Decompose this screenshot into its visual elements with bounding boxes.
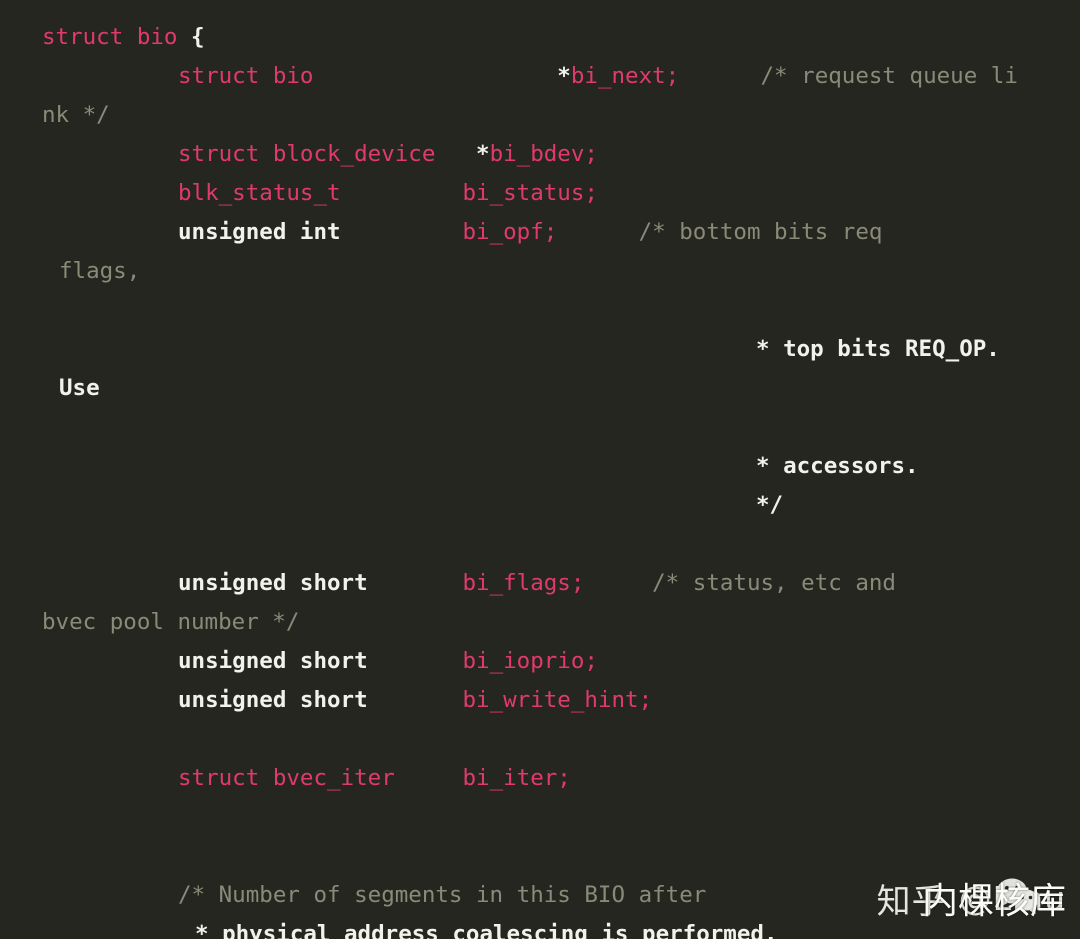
code-token-contin: * physical address coalescing is perform… [195,921,778,939]
code-line: * top bits REQ_OP. [0,330,1080,369]
code-token-plain: * [313,63,571,89]
code-line: struct block_device *bi_bdev; [0,135,1080,174]
code-line: struct bio { [0,18,1080,57]
code-token-plain: unsigned int [178,219,341,245]
code-token-contin: * accessors. [756,453,919,479]
code-screenshot: struct bio {struct bio *bi_next; /* requ… [0,0,1080,939]
code-line: unsigned short bi_ioprio; [0,642,1080,681]
code-token-field: bi_bdev; [489,141,598,167]
code-token-type: blk_status_t [178,180,341,206]
code-token-comment: /* bottom bits req [638,219,883,245]
code-token-type: struct bvec_iter [178,765,395,791]
code-line: bvec pool number */ [0,603,1080,642]
code-token-field: bi_ioprio; [462,648,598,674]
code-token-type: struct bio [178,63,314,89]
code-line: nk */ [0,96,1080,135]
code-line: /* Number of segments in this BIO after [0,876,1080,915]
code-line: * physical address coalescing is perform… [0,915,1080,939]
code-line: struct bvec_iter bi_iter; [0,759,1080,798]
code-token-comment: flags, [59,258,141,284]
code-token-type: struct block_device [178,141,436,167]
code-token-type: struct bio [42,24,192,50]
code-line: unsigned int bi_opf; /* bottom bits req [0,213,1080,252]
code-token-field: bi_flags; [462,570,585,596]
code-line: Use [0,369,1080,408]
code-line: flags, [0,252,1080,291]
code-token-contin: Use [59,375,100,401]
code-line: unsigned short bi_flags; /* status, etc … [0,564,1080,603]
code-token-plain: * [435,141,490,167]
code-token-field: bi_write_hint; [462,687,653,713]
code-block: struct bio {struct bio *bi_next; /* requ… [0,0,1080,939]
code-token-field: bi_iter; [462,765,571,791]
code-token-punct: { [191,24,205,50]
code-line: blk_status_t bi_status; [0,174,1080,213]
code-token-plain: unsigned short [178,687,368,713]
code-token-comment: /* request queue li [760,63,1018,89]
code-line: */ [0,486,1080,525]
code-line: * accessors. [0,447,1080,486]
code-token-contin: */ [756,492,784,518]
code-token-field: bi_next; [570,63,680,89]
code-line: unsigned short bi_write_hint; [0,681,1080,720]
code-token-field: bi_opf; [462,219,558,245]
code-token-plain: unsigned short [178,570,368,596]
code-token-field: bi_status; [462,180,598,206]
code-token-comment: bvec pool number */ [42,609,300,635]
code-token-contin: * top bits REQ_OP. [756,336,1000,362]
code-token-comment: nk */ [42,102,110,128]
code-token-comment: /* status, etc and [652,570,896,596]
code-line: struct bio *bi_next; /* request queue li [0,57,1080,96]
code-token-comment: /* Number of segments in this BIO after [178,882,707,908]
code-token-plain: unsigned short [178,648,368,674]
